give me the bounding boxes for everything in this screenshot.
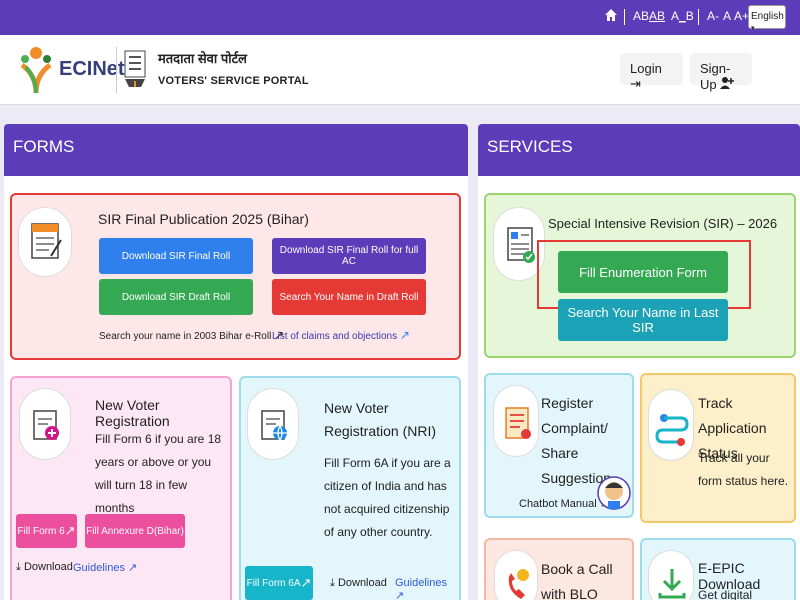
form-6-guidelines-link[interactable]: Guidelines ↗ bbox=[73, 561, 137, 574]
signup-button[interactable]: Sign-Up bbox=[690, 53, 752, 92]
divider bbox=[698, 9, 699, 25]
nri-voter-registration-card: New Voter Registration (NRI) Fill Form 6… bbox=[239, 376, 461, 600]
font-size-normal[interactable]: A bbox=[723, 9, 731, 23]
external-link-icon: ↗ bbox=[399, 328, 410, 342]
nri-description: Fill Form 6A if you are a citizen of Ind… bbox=[324, 456, 451, 539]
download-icon: ⤓ bbox=[16, 561, 21, 573]
sir-2026-title: Special Intensive Revision (SIR) – 2026 bbox=[548, 216, 778, 231]
font-option-2[interactable]: AB bbox=[649, 9, 665, 23]
font-size-increase[interactable]: A+ bbox=[734, 9, 749, 23]
download-sir-draft-roll-button[interactable]: Download SIR Draft Roll bbox=[99, 279, 253, 315]
language-value: English bbox=[751, 11, 784, 22]
guidelines-label: Guidelines bbox=[395, 577, 447, 589]
eci-emblem-icon bbox=[121, 47, 149, 91]
track-description: Track all your form status here. bbox=[698, 451, 789, 488]
top-utility-bar: AB AB A_B A- A A+ English ▾ bbox=[0, 0, 800, 35]
download-sir-final-roll-button[interactable]: Download SIR Final Roll bbox=[99, 238, 253, 274]
fill-form-6-button[interactable]: Fill Form 6 ↗ bbox=[16, 514, 77, 548]
claims-objections-link[interactable]: List of claims and objections ↗ bbox=[272, 328, 410, 342]
logo-text[interactable]: ECINet bbox=[59, 58, 125, 81]
divider bbox=[116, 47, 117, 93]
e-epic-download-card[interactable]: E-EPIC Download Get digital version bbox=[640, 538, 796, 600]
external-link-icon: ↗ bbox=[128, 562, 138, 574]
add-user-icon bbox=[720, 77, 735, 92]
form-6a-icon bbox=[247, 388, 299, 460]
portal-name: VOTERS' SERVICE PORTAL bbox=[158, 75, 309, 87]
download-label: Download bbox=[337, 577, 387, 589]
fill-annexure-d-label: Fill Annexure D(Bihar) bbox=[86, 525, 184, 537]
login-label: Login bbox=[630, 61, 662, 76]
search-name-draft-roll-button[interactable]: Search Your Name in Draft Roll bbox=[272, 279, 426, 315]
form-6-icon bbox=[19, 388, 71, 460]
form-6a-guidelines-link[interactable]: Guidelines ↗ bbox=[395, 577, 459, 600]
download-sir-final-roll-full-ac-button[interactable]: Download SIR Final Roll for full AC bbox=[272, 238, 426, 274]
complaint-icon bbox=[493, 385, 539, 457]
book-call-title: Book a Call with BLO bbox=[541, 561, 613, 600]
external-link-icon: ↗ bbox=[64, 523, 76, 538]
track-application-card[interactable]: Track Application Status Track all your … bbox=[640, 373, 796, 523]
site-header: ECINet मतदाता सेवा पोर्टल VOTERS' SERVIC… bbox=[0, 35, 800, 105]
book-call-blo-card[interactable]: Book a Call with BLO bbox=[484, 538, 634, 600]
login-button[interactable]: Login ⇥ bbox=[620, 53, 683, 91]
home-icon[interactable] bbox=[604, 8, 618, 25]
ef-form-icon bbox=[18, 207, 72, 277]
e-epic-description: Get digital version bbox=[698, 588, 753, 600]
services-panel-header: SERVICES bbox=[478, 124, 800, 176]
sir-final-publication-card: SIR Final Publication 2025 (Bihar) Downl… bbox=[10, 193, 461, 360]
font-option-1[interactable]: AB bbox=[633, 9, 649, 23]
font-size-decrease[interactable]: A- bbox=[707, 9, 719, 23]
track-route-icon bbox=[648, 389, 694, 461]
services-title: SERVICES bbox=[487, 137, 573, 156]
download-icon bbox=[648, 550, 694, 600]
chatbot-avatar-icon[interactable] bbox=[596, 467, 632, 513]
new-voter-title: New Voter Registration bbox=[95, 397, 170, 429]
phone-call-icon bbox=[494, 550, 538, 600]
search-2003-eroll-label: Search your name in 2003 Bihar e-Roll bbox=[99, 331, 272, 342]
new-voter-registration-card: New Voter Registration Fill Form 6 if yo… bbox=[10, 376, 232, 600]
fill-form-6a-button[interactable]: Fill Form 6A ↗ bbox=[245, 566, 313, 600]
fill-annexure-d-button[interactable]: Fill Annexure D(Bihar) bbox=[85, 514, 185, 548]
chatbot-manual-label: Chatbot Manual bbox=[519, 498, 597, 510]
hindi-title: मतदाता सेवा पोर्टल bbox=[158, 51, 247, 66]
new-voter-description: Fill Form 6 if you are 18 years or above… bbox=[95, 432, 222, 515]
font-option-3[interactable]: A_B bbox=[671, 9, 694, 23]
download-label: Download bbox=[23, 561, 73, 573]
download-icon: ⤓ bbox=[330, 577, 335, 589]
register-complaint-card[interactable]: Register Complaint/ Share Suggestion Cha… bbox=[484, 373, 634, 518]
guidelines-label: Guidelines bbox=[73, 562, 125, 574]
form-6a-download-link[interactable]: ⤓ Download bbox=[330, 577, 387, 590]
search-2003-eroll-link[interactable]: Search your name in 2003 Bihar e-Roll ↗ bbox=[99, 328, 284, 342]
form-6-download-link[interactable]: ⤓ Download bbox=[16, 561, 73, 574]
forms-panel-header: FORMS bbox=[4, 124, 468, 176]
external-link-icon: ↗ bbox=[395, 590, 405, 600]
divider bbox=[624, 9, 625, 25]
fill-form-6a-label: Fill Form 6A bbox=[246, 577, 301, 589]
claims-objections-label: List of claims and objections bbox=[272, 331, 398, 342]
nri-title: New Voter Registration (NRI) bbox=[324, 400, 437, 439]
sir-final-title: SIR Final Publication 2025 (Bihar) bbox=[98, 211, 309, 227]
language-select[interactable]: English ▾ bbox=[748, 5, 786, 32]
login-icon: ⇥ bbox=[630, 76, 641, 91]
ecinet-logo-icon[interactable] bbox=[18, 45, 54, 95]
fill-form-6-label: Fill Form 6 bbox=[17, 525, 65, 537]
fill-enumeration-form-button[interactable]: Fill Enumeration Form bbox=[558, 251, 728, 293]
forms-title: FORMS bbox=[13, 137, 75, 156]
sir-2026-card: Special Intensive Revision (SIR) – 2026 … bbox=[484, 193, 796, 358]
search-name-last-sir-button[interactable]: Search Your Name in Last SIR bbox=[558, 299, 728, 341]
external-link-icon: ↗ bbox=[300, 575, 312, 590]
